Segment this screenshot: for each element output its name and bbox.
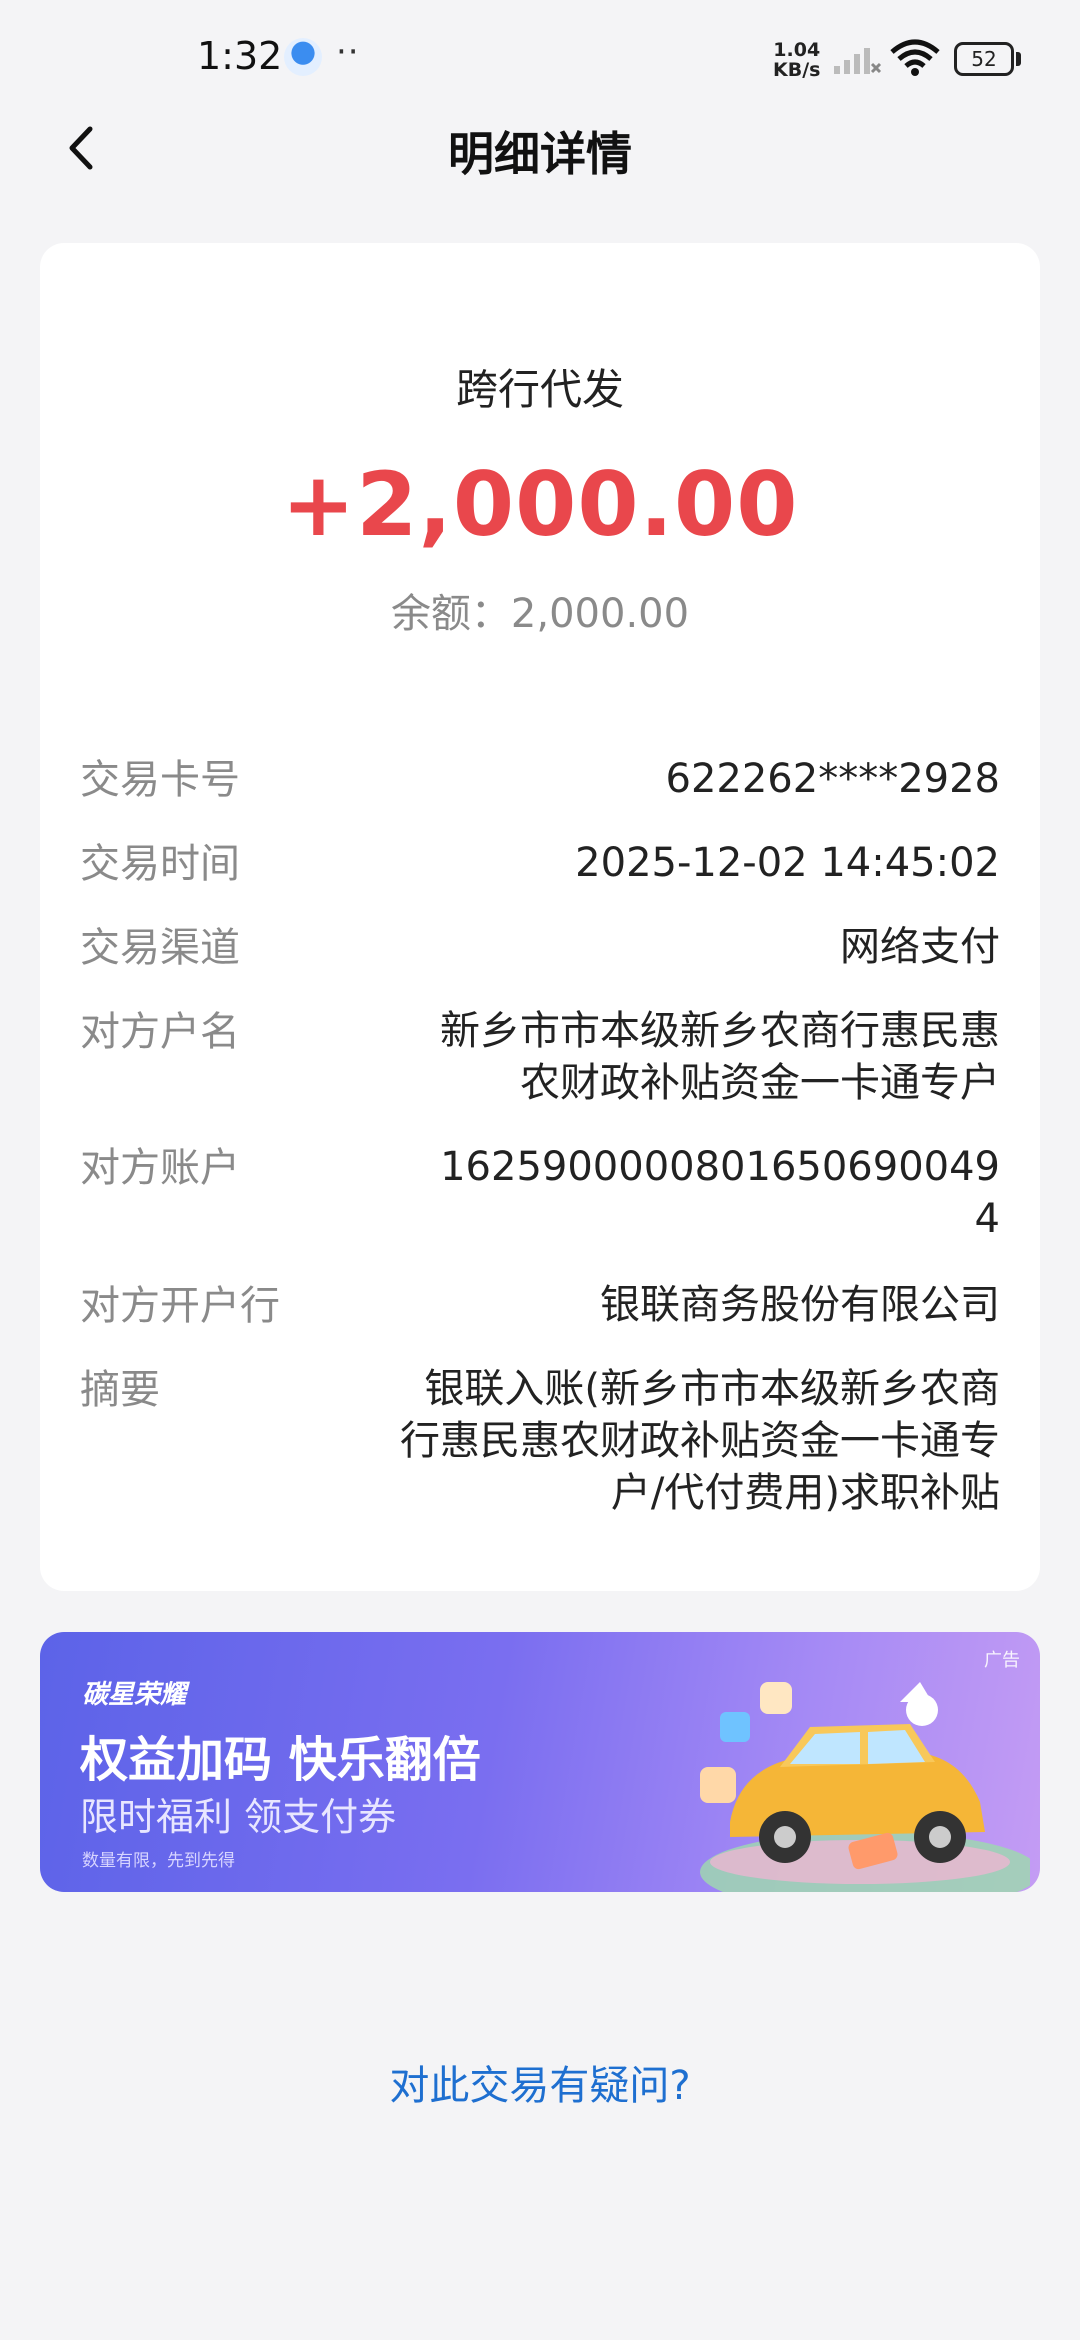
detail-value: 网络支付 [840, 924, 1000, 970]
signal-icon [834, 48, 882, 74]
detail-value: 银联入账(新乡市市本级新乡农商行惠民惠农财政补贴资金一卡通专户/代付费用)求职补… [400, 1366, 1000, 1516]
detail-value: 622262****2928 [665, 756, 1001, 802]
car-illustration-icon [700, 1682, 1030, 1892]
detail-value: 新乡市市本级新乡农商行惠民惠农财政补贴资金一卡通专户 [440, 1008, 1000, 1106]
ad-banner[interactable]: 广告 碳星荣耀 权益加码 快乐翻倍 限时福利 领支付券 数量有限，先到先得 [40, 1632, 1040, 1892]
detail-value: 银联商务股份有限公司 [600, 1282, 1000, 1328]
detail-label: 对方账户 [80, 1145, 240, 1191]
transaction-detail-card: 跨行代发 +2,000.00 余额：2,000.00 交易卡号 622262**… [40, 243, 1040, 1591]
ad-subline: 限时福利 领支付券 [80, 1795, 397, 1839]
battery-level: 52 [971, 47, 997, 71]
ad-headline: 权益加码 快乐翻倍 [80, 1732, 481, 1788]
page-title: 明细详情 [448, 127, 632, 181]
network-speed: 1.04 KB/s [773, 40, 820, 80]
network-speed-value: 1.04 [773, 39, 821, 61]
detail-value: 16259000008016506900494 [440, 1144, 1000, 1242]
detail-label: 对方户名 [80, 1009, 240, 1055]
detail-value: 2025-12-02 14:45:02 [575, 840, 1000, 886]
more-notifications-icon: ·· [336, 32, 360, 72]
detail-label: 对方开户行 [80, 1283, 280, 1329]
detail-label: 交易时间 [80, 841, 240, 887]
transaction-amount: +2,000.00 [281, 453, 799, 556]
network-speed-unit: KB/s [773, 59, 821, 81]
ad-note: 数量有限，先到先得 [82, 1851, 235, 1871]
wifi-icon [890, 39, 940, 76]
ad-brand: 碳星荣耀 [82, 1680, 187, 1710]
ad-tag: 广告 [984, 1650, 1020, 1671]
account-balance: 余额：2,000.00 [390, 591, 690, 637]
detail-label: 摘要 [80, 1367, 160, 1413]
transaction-type: 跨行代发 [455, 365, 624, 414]
battery-icon: 52 [954, 42, 1022, 76]
detail-label: 交易渠道 [80, 925, 240, 971]
detail-label: 交易卡号 [80, 757, 240, 803]
transaction-question-link[interactable]: 对此交易有疑问? [0, 2053, 1080, 2111]
status-time: 1:32 [197, 34, 283, 78]
battery-cap [1016, 52, 1021, 66]
status-bar: 1:32 ·· 1.04 KB/s 52 [0, 0, 1080, 120]
app-notification-icon [284, 38, 322, 76]
